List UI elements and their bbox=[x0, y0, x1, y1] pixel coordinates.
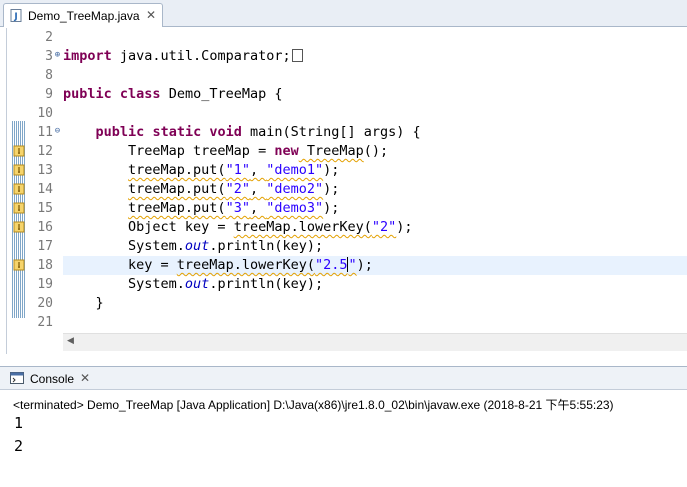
code-line-9: public class Demo_TreeMap { bbox=[63, 86, 283, 102]
line-number: 13 bbox=[37, 163, 53, 178]
code-area[interactable]: import java.util.Comparator; public clas… bbox=[63, 28, 687, 328]
horizontal-scrollbar[interactable]: ◀ bbox=[63, 333, 687, 351]
code-line-15: treeMap.put("3", "demo3"); bbox=[128, 200, 340, 216]
collapse-fold-icon[interactable]: ⊖ bbox=[53, 127, 62, 136]
editor-tab-label: Demo_TreeMap.java bbox=[28, 9, 140, 23]
warning-icon[interactable] bbox=[13, 221, 25, 233]
console-icon bbox=[10, 372, 24, 384]
warning-icon[interactable] bbox=[13, 259, 25, 271]
code-line-13: treeMap.put("1", "demo1"); bbox=[128, 162, 340, 178]
svg-text:J: J bbox=[13, 12, 17, 22]
code-editor[interactable]: 2 3 8 9 10 11 12 13 14 15 16 17 18 19 20… bbox=[6, 28, 687, 354]
console-output-line: 2 bbox=[14, 437, 24, 455]
line-number: 14 bbox=[37, 182, 53, 197]
code-line-17: System.out.println(key); bbox=[63, 238, 324, 254]
editor-tab-demo-treemap[interactable]: J Demo_TreeMap.java ✕ bbox=[3, 3, 163, 27]
line-number: 8 bbox=[45, 68, 53, 83]
console-tab-bar: Console ✕ bbox=[0, 366, 687, 390]
line-number: 16 bbox=[37, 220, 53, 235]
editor-gutter: 2 3 8 9 10 11 12 13 14 15 16 17 18 19 20… bbox=[7, 28, 60, 330]
code-line-16: Object key = treeMap.lowerKey("2"); bbox=[63, 219, 413, 235]
scroll-left-icon[interactable]: ◀ bbox=[67, 335, 74, 346]
warning-icon[interactable] bbox=[13, 202, 25, 214]
line-number: 15 bbox=[37, 201, 53, 216]
warning-icon[interactable] bbox=[13, 183, 25, 195]
line-number: 2 bbox=[45, 30, 53, 45]
console-status-text: <terminated> Demo_TreeMap [Java Applicat… bbox=[13, 398, 614, 412]
line-number: 10 bbox=[37, 106, 53, 121]
folded-import-icon[interactable] bbox=[291, 49, 303, 62]
java-file-icon: J bbox=[10, 9, 22, 22]
editor-tab-bar: J Demo_TreeMap.java ✕ bbox=[0, 0, 687, 27]
line-number: 12 bbox=[37, 144, 53, 159]
close-icon[interactable]: ✕ bbox=[80, 371, 90, 385]
line-number: 19 bbox=[37, 277, 53, 292]
console-output-line: 1 bbox=[14, 414, 24, 432]
warning-icon[interactable] bbox=[13, 164, 25, 176]
code-line-14: treeMap.put("2", "demo2"); bbox=[128, 181, 340, 197]
line-number: 11 bbox=[37, 125, 53, 140]
warning-icon[interactable] bbox=[13, 145, 25, 157]
code-line-20: } bbox=[63, 295, 104, 311]
line-number: 17 bbox=[37, 239, 53, 254]
code-line-3: import java.util.Comparator; bbox=[63, 47, 303, 66]
code-line-11: public static void main(String[] args) { bbox=[95, 124, 421, 140]
code-line-18: key = treeMap.lowerKey("2.5"); bbox=[63, 257, 373, 273]
line-number: 9 bbox=[45, 87, 53, 102]
line-number: 20 bbox=[37, 296, 53, 311]
line-number: 21 bbox=[37, 315, 53, 330]
line-number: 18 bbox=[37, 258, 53, 273]
line-number: 3 bbox=[45, 49, 53, 64]
console-tab-label[interactable]: Console bbox=[30, 372, 74, 386]
expand-fold-icon[interactable]: ⊕ bbox=[53, 51, 62, 60]
code-line-12: TreeMap treeMap = new TreeMap(); bbox=[63, 143, 389, 159]
code-line-19: System.out.println(key); bbox=[63, 276, 324, 292]
close-icon[interactable]: ✕ bbox=[146, 8, 156, 22]
